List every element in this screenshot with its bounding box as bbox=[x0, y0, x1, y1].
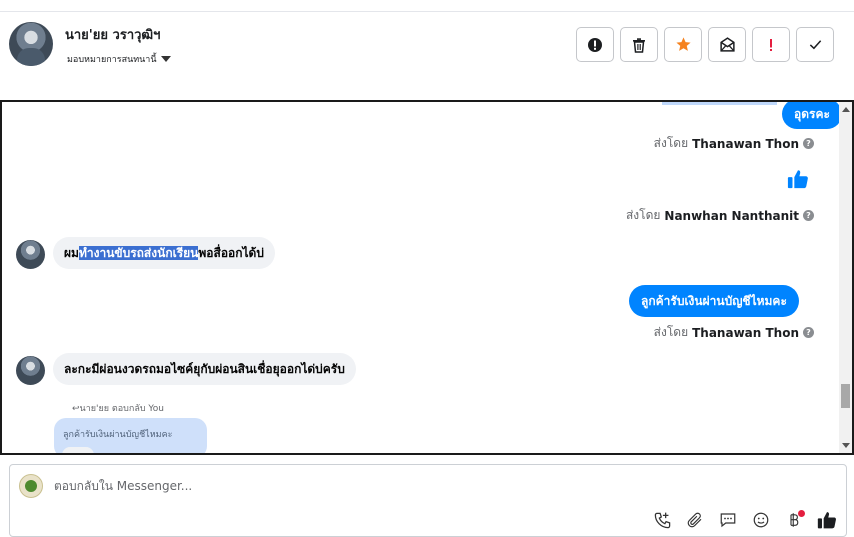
like-sticker[interactable] bbox=[787, 168, 809, 194]
conversation-toolbar bbox=[576, 27, 834, 62]
baht-payment-icon[interactable] bbox=[783, 509, 805, 531]
paperclip-icon[interactable] bbox=[684, 509, 706, 531]
thumbs-up-icon bbox=[817, 512, 836, 529]
sent-by-label: ส่งโดย Thanawan Thon ? bbox=[654, 134, 814, 153]
scroll-up-arrow-icon[interactable] bbox=[842, 107, 850, 112]
sent-by-label: ส่งโดย Nanwhan Nanthanit ? bbox=[626, 206, 814, 225]
delete-button[interactable] bbox=[620, 27, 658, 62]
incoming-message[interactable]: ละกะมีผ่อนงวดรถมอไซค์ยุกับผ่อนสินเชื่อยุ… bbox=[53, 353, 356, 385]
sender-name: Nanwhan Nanthanit bbox=[664, 208, 799, 223]
help-icon[interactable]: ? bbox=[803, 210, 814, 221]
assign-label: มอบหมายการสนทนานี้ bbox=[67, 55, 157, 65]
incoming-message[interactable]: ผมทำงานขับรถส่งนักเรียนพอสื่ออกได้บ่ bbox=[53, 237, 275, 269]
send-like-button[interactable] bbox=[816, 509, 838, 531]
notification-dot bbox=[798, 510, 805, 517]
help-icon[interactable]: ? bbox=[803, 327, 814, 338]
quoted-text: ลูกค้ารับเงินผ่านบัญชีไหมคะ bbox=[63, 430, 173, 440]
reply-bubble-edge bbox=[62, 447, 94, 453]
call-add-icon[interactable] bbox=[651, 509, 673, 531]
outgoing-message[interactable]: อุดรคะ bbox=[782, 102, 842, 129]
trash-icon bbox=[633, 37, 645, 53]
sent-by-prefix: ส่งโดย bbox=[653, 136, 689, 150]
info-button[interactable] bbox=[576, 27, 614, 62]
scrollbar-thumb[interactable] bbox=[841, 384, 850, 408]
mark-done-button[interactable] bbox=[796, 27, 834, 62]
info-icon bbox=[588, 37, 602, 52]
outgoing-message[interactable]: ลูกค้ารับเงินผ่านบัญชีไหมคะ bbox=[629, 285, 799, 317]
thumbs-up-icon bbox=[787, 170, 808, 189]
sent-by-prefix: ส่งโดย bbox=[625, 208, 661, 222]
saved-reply-icon[interactable] bbox=[717, 509, 739, 531]
reply-arrow-icon: ↩ bbox=[72, 404, 80, 414]
sent-by-label: ส่งโดย Thanawan Thon ? bbox=[654, 323, 814, 342]
contact-avatar-small[interactable] bbox=[16, 240, 45, 269]
caret-down-icon bbox=[160, 56, 171, 62]
assign-conversation-dropdown[interactable]: มอบหมายการสนทนานี้ bbox=[67, 52, 171, 66]
message-text: พอสื่ออกได้บ่ bbox=[198, 246, 264, 260]
reply-indicator: ↩นาย'ยย ตอบกลับ You bbox=[72, 401, 164, 415]
previous-bubble-edge bbox=[662, 102, 777, 105]
message-thread[interactable]: อุดรคะ ส่งโดย Thanawan Thon ? ส่งโดย Nan… bbox=[0, 100, 854, 455]
help-icon[interactable]: ? bbox=[803, 138, 814, 149]
sender-name: Thanawan Thon bbox=[692, 136, 799, 151]
selected-text: ทำงานขับรถส่งนักเรียน bbox=[78, 246, 199, 260]
star-icon bbox=[675, 37, 691, 51]
reply-label-text: นาย'ยย ตอบกลับ You bbox=[79, 404, 164, 414]
reply-composer bbox=[9, 464, 847, 537]
mail-icon bbox=[719, 37, 735, 52]
sender-name: Thanawan Thon bbox=[692, 325, 799, 340]
contact-avatar-small[interactable] bbox=[16, 356, 45, 385]
exclamation-icon bbox=[770, 38, 772, 51]
contact-name[interactable]: นาย'ยย วราวุฒิฯ bbox=[65, 24, 160, 45]
check-icon bbox=[809, 40, 821, 50]
contact-avatar[interactable] bbox=[9, 22, 53, 66]
emoji-icon[interactable] bbox=[750, 509, 772, 531]
composer-tools bbox=[651, 509, 838, 531]
spam-button[interactable] bbox=[752, 27, 790, 62]
message-input[interactable] bbox=[54, 479, 654, 493]
scroll-down-arrow-icon[interactable] bbox=[842, 443, 850, 448]
sent-by-prefix: ส่งโดย bbox=[653, 325, 689, 339]
thread-scrollbar[interactable] bbox=[839, 102, 852, 453]
message-text: ผม bbox=[64, 246, 79, 260]
page-logo-icon bbox=[19, 474, 43, 498]
star-button[interactable] bbox=[664, 27, 702, 62]
mark-unread-button[interactable] bbox=[708, 27, 746, 62]
